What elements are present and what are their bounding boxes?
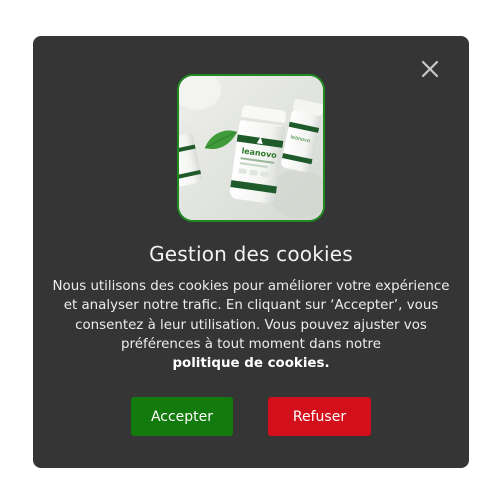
close-icon (421, 60, 439, 78)
message-text: Nous utilisons des cookies pour améliore… (52, 279, 450, 352)
accept-button[interactable]: Accepter (131, 397, 233, 436)
cookie-consent-dialog: leanovo leanovo Gestion des cookies Nous… (33, 36, 469, 468)
product-image: leanovo leanovo (177, 74, 325, 222)
product-bottles-illustration: leanovo leanovo (179, 76, 323, 220)
cookie-policy-link[interactable]: politique de cookies. (172, 356, 329, 371)
close-button[interactable] (419, 58, 441, 80)
dialog-message: Nous utilisons des cookies pour améliore… (47, 277, 455, 373)
dialog-title: Gestion des cookies (149, 242, 353, 266)
refuse-button[interactable]: Refuser (268, 397, 371, 436)
